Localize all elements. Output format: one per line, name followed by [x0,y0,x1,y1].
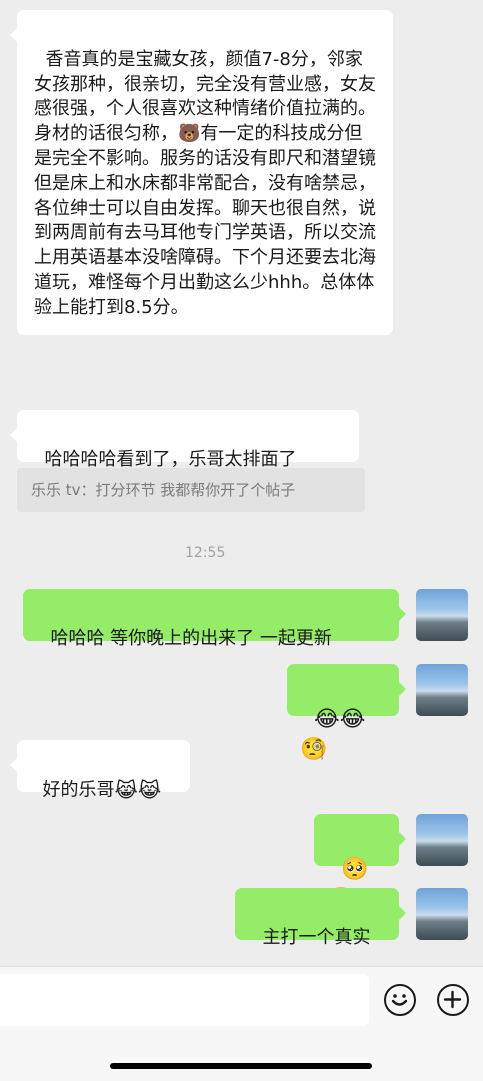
message-text: 哈哈哈 等你晚上的出来了 一起更新 [50,627,332,649]
bubble-tail [10,428,17,442]
message-bubble-incoming[interactable]: 香音真的是宝藏女孩，颜值7-8分，邻家女孩那种，很亲切，完全没有营业感，女友感很… [17,10,393,335]
message-bubble-outgoing[interactable]: 🥺🥺 [314,814,399,912]
timestamp: 12:55 [185,545,226,561]
avatar-self[interactable] [416,888,468,940]
emoji-button[interactable] [384,984,416,1016]
message-bubble-outgoing[interactable]: 哈哈哈 等你晚上的出来了 一起更新 [23,589,399,649]
avatar-self[interactable] [416,814,468,866]
bubble-tail [399,682,406,696]
avatar-self[interactable] [416,589,468,641]
plus-icon [443,990,462,1009]
avatar-self[interactable] [416,664,468,716]
emoji-face-icon [391,994,408,1006]
laugh-cry-emoji-icon: 😂 [339,707,366,732]
message-text: 哈哈哈哈看到了，乐哥太排面了 [44,448,297,470]
cat-emoji-icon: 😹 [114,777,138,802]
bubble-tail [399,832,406,846]
monocle-emoji-icon: 🧐 [300,737,328,762]
message-bubble-incoming[interactable]: 哈哈哈哈看到了，乐哥太排面了 [17,410,359,470]
bubble-tail [399,607,406,621]
home-indicator[interactable] [110,1063,372,1069]
message-bubble-incoming[interactable]: 好的乐哥😹😹 [17,740,190,802]
message-bubble-outgoing[interactable]: 😂😂 🧐 [287,664,399,762]
laugh-cry-emoji-icon: 😂 [314,707,340,732]
message-text: 香音真的是宝藏女孩，颜值7-8分，邻家女孩那种，很亲切，完全没有营业感，女友感很… [34,48,376,318]
quoted-message[interactable]: 乐乐 tv：打分环节 我都帮你开了个帖子 [17,468,365,512]
pleading-emoji-icon: 🥺 [341,857,369,882]
quote-text: 乐乐 tv：打分环节 我都帮你开了个帖子 [31,481,296,499]
cat-emoji-icon: 😹 [137,777,162,802]
bubble-tail [10,758,17,772]
bubble-tail [399,906,406,920]
more-button[interactable] [437,984,469,1016]
message-input[interactable] [0,974,369,1026]
message-text: 好的乐哥 [42,779,115,801]
bubble-tail [10,28,17,42]
message-text: 主打一个真实 [262,926,371,948]
message-bubble-outgoing[interactable]: 主打一个真实 [235,888,399,948]
